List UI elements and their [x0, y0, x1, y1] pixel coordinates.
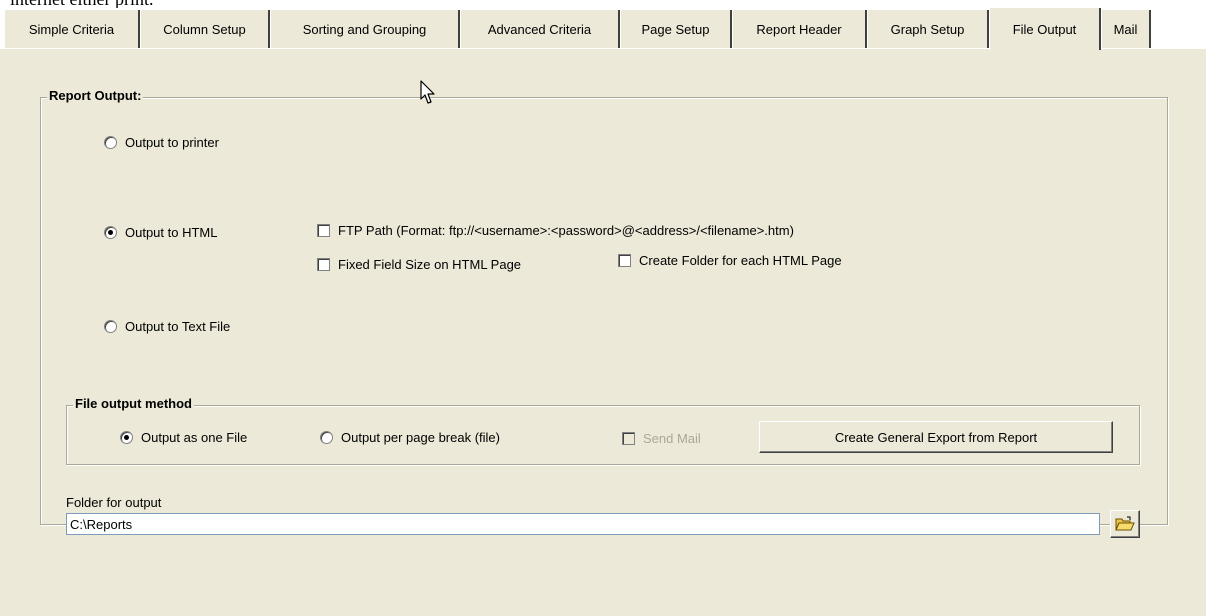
output-to-printer-option[interactable]: Output to printer: [104, 135, 219, 150]
tab-column-setup[interactable]: Column Setup: [140, 10, 270, 48]
ftp-path-option[interactable]: FTP Path (Format: ftp://<username>:<pass…: [317, 223, 794, 238]
file-output-method-title: File output method: [73, 396, 194, 411]
output-as-one-file-option[interactable]: Output as one File: [120, 430, 247, 445]
create-folder-option[interactable]: Create Folder for each HTML Page: [618, 253, 842, 268]
tab-graph-setup[interactable]: Graph Setup: [867, 10, 989, 48]
report-settings-window: Simple Criteria Column Setup Sorting and…: [0, 8, 1206, 616]
tab-simple-criteria[interactable]: Simple Criteria: [4, 10, 140, 48]
output-to-html-label: Output to HTML: [125, 225, 218, 240]
fixed-field-size-option[interactable]: Fixed Field Size on HTML Page: [317, 257, 521, 272]
output-to-text-file-label: Output to Text File: [125, 319, 231, 334]
tab-file-output[interactable]: File Output: [989, 8, 1101, 50]
tab-advanced-criteria[interactable]: Advanced Criteria: [460, 10, 620, 48]
fixed-field-size-checkbox[interactable]: [317, 258, 330, 271]
output-to-printer-label: Output to printer: [125, 135, 219, 150]
ftp-path-label: FTP Path (Format: ftp://<username>:<pass…: [338, 223, 794, 238]
send-mail-checkbox: [622, 432, 635, 445]
output-per-page-break-option[interactable]: Output per page break (file): [320, 430, 500, 445]
ftp-path-checkbox[interactable]: [317, 224, 330, 237]
output-per-page-break-label: Output per page break (file): [341, 430, 500, 445]
fixed-field-size-label: Fixed Field Size on HTML Page: [338, 257, 522, 272]
tab-sorting-and-grouping[interactable]: Sorting and Grouping: [270, 10, 460, 48]
report-output-title: Report Output:: [47, 88, 144, 103]
tab-bar: Simple Criteria Column Setup Sorting and…: [0, 8, 1206, 50]
output-as-one-file-radio[interactable]: [120, 431, 133, 444]
output-to-html-radio[interactable]: [104, 226, 117, 239]
output-per-page-break-radio[interactable]: [320, 431, 333, 444]
create-folder-label: Create Folder for each HTML Page: [639, 253, 842, 268]
mouse-pointer-icon: [420, 80, 435, 104]
folder-for-output-label: Folder for output: [66, 495, 162, 510]
create-folder-checkbox[interactable]: [618, 254, 631, 267]
folder-for-output-input[interactable]: [66, 513, 1100, 535]
create-general-export-button[interactable]: Create General Export from Report: [759, 421, 1113, 453]
open-folder-icon: [1115, 516, 1135, 531]
tab-mail[interactable]: Mail: [1101, 10, 1151, 48]
send-mail-option: Send Mail: [622, 431, 701, 446]
output-to-html-option[interactable]: Output to HTML: [104, 225, 217, 240]
output-to-text-file-option[interactable]: Output to Text File: [104, 319, 230, 334]
send-mail-label: Send Mail: [643, 431, 701, 446]
tab-report-header[interactable]: Report Header: [732, 10, 867, 48]
output-as-one-file-label: Output as one File: [141, 430, 248, 445]
output-to-printer-radio[interactable]: [104, 136, 117, 149]
output-to-text-file-radio[interactable]: [104, 320, 117, 333]
file-output-panel: Report Output: Output to printer Output …: [0, 48, 1206, 616]
tab-page-setup[interactable]: Page Setup: [620, 10, 732, 48]
browse-folder-button[interactable]: [1110, 510, 1140, 538]
